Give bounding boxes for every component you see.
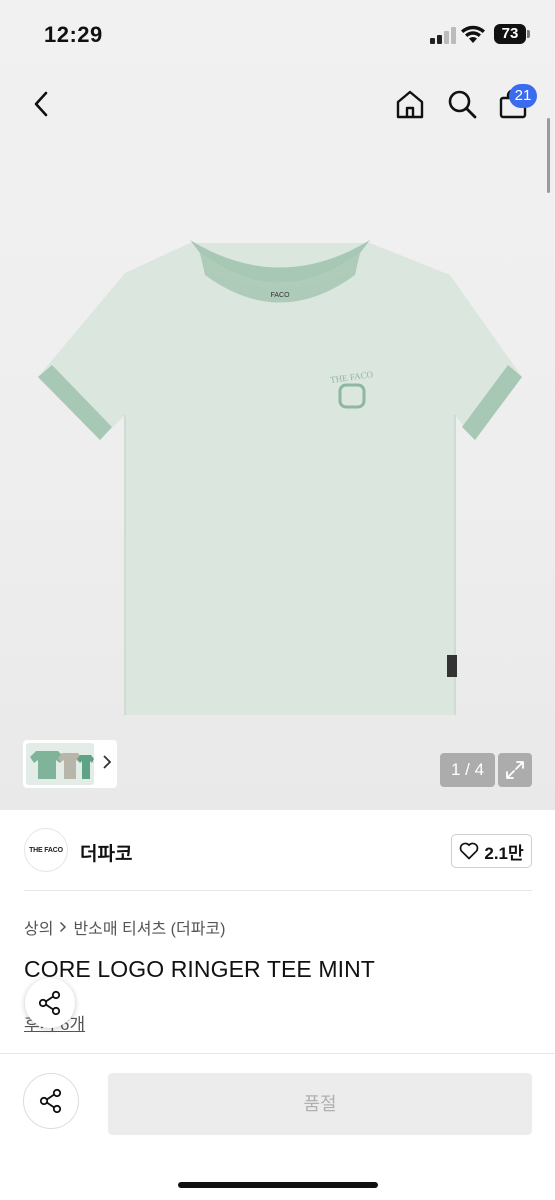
breadcrumb: 상의 반소매 티셔츠 (더파코) <box>24 915 225 939</box>
breadcrumb-category[interactable]: 상의 <box>24 915 53 939</box>
status-bar: 12:29 73 <box>0 0 555 70</box>
cart-count-badge: 21 <box>509 84 537 108</box>
share-icon <box>39 1088 62 1114</box>
search-icon <box>448 90 477 119</box>
soldout-button[interactable]: 품절 <box>108 1073 532 1135</box>
product-image[interactable]: FACO THE FACO <box>30 225 530 725</box>
signal-icon <box>430 26 456 44</box>
tshirt-body <box>38 243 522 715</box>
share-button[interactable] <box>23 1073 79 1129</box>
chevron-left-icon <box>34 91 48 117</box>
image-counter: 1 / 4 <box>440 753 495 787</box>
battery-tip <box>527 30 530 38</box>
like-button[interactable]: 2.1만 <box>451 834 532 868</box>
floating-share-button[interactable] <box>25 978 75 1028</box>
heart-icon <box>460 842 479 860</box>
thumbnail-image[interactable] <box>26 743 94 785</box>
status-time: 12:29 <box>44 22 103 47</box>
brand-name[interactable]: 더파코 <box>80 839 132 866</box>
home-indicator <box>178 1182 378 1188</box>
expand-icon <box>506 761 524 779</box>
brand-row: THE FACO 더파코 2.1만 <box>0 810 555 890</box>
bottom-action-bar: 품절 <box>0 1053 555 1200</box>
scroll-indicator <box>547 118 550 193</box>
thumbnail-strip[interactable] <box>23 740 117 788</box>
brand-logo[interactable]: THE FACO <box>24 828 68 872</box>
chevron-right-icon <box>60 921 67 933</box>
home-icon <box>396 90 424 119</box>
divider <box>24 890 532 891</box>
wifi-icon <box>460 24 486 49</box>
home-button[interactable] <box>390 84 430 124</box>
like-count: 2.1만 <box>484 843 524 863</box>
battery-icon: 73 <box>494 24 526 44</box>
product-gallery[interactable]: 12:29 73 21 FACO THE FACO 1 / 4 <box>0 0 555 810</box>
breadcrumb-subcategory[interactable]: 반소매 티셔츠 (더파코) <box>73 915 225 939</box>
fullscreen-button[interactable] <box>498 753 532 787</box>
back-button[interactable] <box>24 84 58 124</box>
product-title: CORE LOGO RINGER TEE MINT <box>24 956 375 982</box>
tshirt-side-label <box>447 655 457 677</box>
share-icon <box>38 990 61 1016</box>
search-button[interactable] <box>442 84 482 124</box>
top-navigation <box>0 80 555 130</box>
tshirt-neck-label: FACO <box>270 292 290 299</box>
brand-logo-text: THE FACO <box>29 846 63 854</box>
chevron-right-icon <box>103 755 112 769</box>
